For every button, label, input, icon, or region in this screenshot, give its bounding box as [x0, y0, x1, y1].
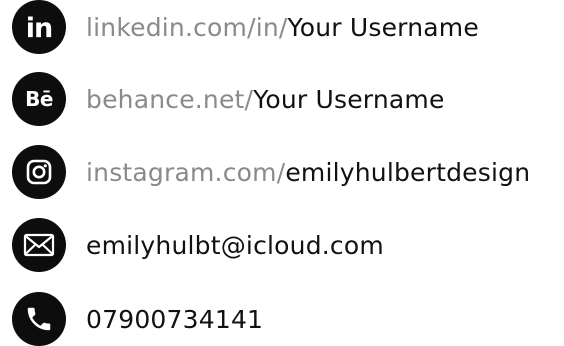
linkedin-prefix: linkedin.com/in/	[86, 12, 288, 42]
phone-glyph	[27, 307, 51, 331]
linkedin-icon: in	[12, 0, 66, 54]
email-row[interactable]: emilyhulbt@icloud.com	[12, 218, 384, 272]
behance-username: Your Username	[253, 84, 445, 114]
linkedin-icon-glyph: in	[25, 12, 54, 44]
behance-link[interactable]: behance.net/Your Username	[86, 85, 445, 114]
envelope-icon	[12, 218, 66, 272]
instagram-row[interactable]: instagram.com/emilyhulbertdesign	[12, 145, 530, 199]
linkedin-username: Your Username	[287, 12, 479, 42]
behance-prefix: behance.net/	[86, 84, 254, 114]
behance-row[interactable]: Bē behance.net/Your Username	[12, 72, 445, 126]
instagram-glyph	[26, 159, 52, 185]
instagram-icon	[12, 145, 66, 199]
email-address: emilyhulbt@icloud.com	[86, 230, 384, 260]
phone-icon	[12, 292, 66, 346]
email-link[interactable]: emilyhulbt@icloud.com	[86, 231, 384, 260]
instagram-prefix: instagram.com/	[86, 157, 286, 187]
linkedin-link[interactable]: linkedin.com/in/Your Username	[86, 13, 479, 42]
phone-row[interactable]: 07900734141	[12, 292, 263, 346]
instagram-username: emilyhulbertdesign	[285, 157, 531, 187]
phone-link[interactable]: 07900734141	[86, 305, 263, 334]
linkedin-row[interactable]: in linkedin.com/in/Your Username	[12, 0, 479, 54]
behance-icon: Bē	[12, 72, 66, 126]
phone-number: 07900734141	[86, 304, 264, 334]
envelope-glyph	[23, 233, 55, 257]
instagram-link[interactable]: instagram.com/emilyhulbertdesign	[86, 158, 530, 187]
behance-icon-glyph: Bē	[25, 87, 53, 111]
